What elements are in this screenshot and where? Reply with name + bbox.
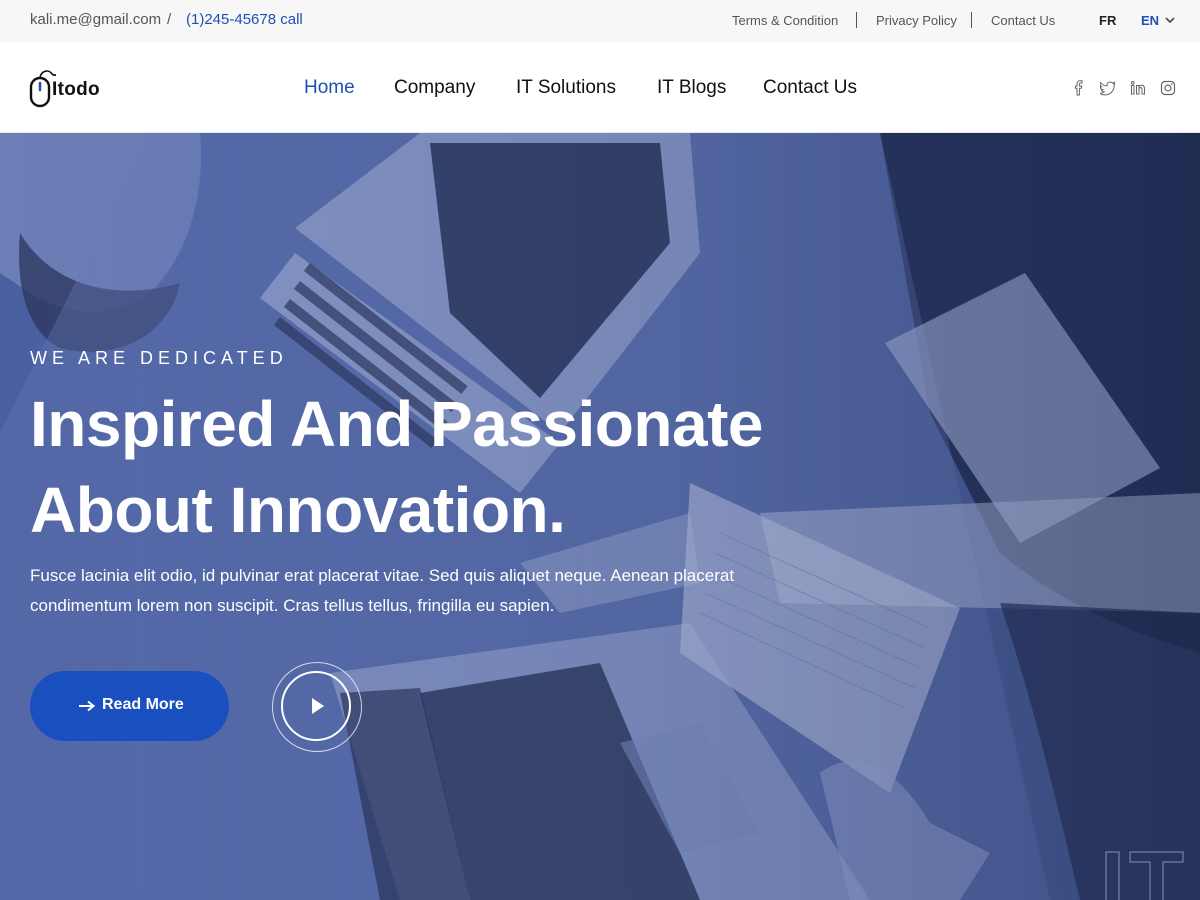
contact-email[interactable]: kali.me@gmail.com (30, 11, 161, 28)
top-bar: kali.me@gmail.com / (1)245-45678 call Te… (0, 0, 1200, 42)
hero-headline: Inspired And Passionate About Innovation… (30, 381, 930, 553)
nav-company[interactable]: Company (394, 77, 475, 99)
hero-description-line-2: condimentum lorem non suscipit. Cras tel… (30, 596, 555, 615)
main-header: Itodo Home Company IT Solutions IT Blogs… (0, 42, 1200, 133)
logo[interactable]: Itodo (28, 66, 108, 110)
hero-eyebrow: WE ARE DEDICATED (30, 348, 288, 368)
nav-it-blogs[interactable]: IT Blogs (657, 77, 726, 99)
nav-contact-us[interactable]: Contact Us (763, 77, 857, 99)
divider (971, 12, 972, 28)
hero-description: Fusce lacinia elit odio, id pulvinar era… (30, 561, 790, 621)
nav-it-solutions[interactable]: IT Solutions (516, 77, 616, 99)
hero-headline-line-2: About Innovation. (30, 474, 566, 546)
linkedin-icon[interactable] (1130, 80, 1146, 96)
facebook-icon[interactable] (1071, 80, 1087, 96)
nav-home[interactable]: Home (304, 77, 355, 99)
chevron-down-icon[interactable] (1165, 15, 1175, 25)
privacy-link[interactable]: Privacy Policy (876, 13, 957, 28)
it-watermark: IT (1100, 834, 1188, 900)
play-video-button[interactable] (272, 662, 362, 752)
arrow-right-icon (79, 700, 95, 712)
divider (856, 12, 857, 28)
read-more-label: Read More (102, 696, 184, 713)
twitter-icon[interactable] (1100, 80, 1116, 96)
contact-phone-link[interactable]: (1)245-45678 call (186, 11, 303, 28)
logo-text: Itodo (52, 79, 100, 100)
hero-description-line-1: Fusce lacinia elit odio, id pulvinar era… (30, 566, 735, 585)
contact-separator: / (167, 11, 172, 28)
hero-headline-line-1: Inspired And Passionate (30, 388, 763, 460)
terms-link[interactable]: Terms & Condition (732, 13, 838, 28)
language-fr[interactable]: FR (1099, 13, 1116, 28)
read-more-button[interactable]: Read More (30, 671, 229, 741)
top-contact-link[interactable]: Contact Us (991, 13, 1055, 28)
instagram-icon[interactable] (1160, 80, 1176, 96)
hero-section: WE ARE DEDICATED Inspired And Passionate… (0, 133, 1200, 900)
play-icon (312, 698, 324, 714)
language-en[interactable]: EN (1141, 13, 1159, 28)
